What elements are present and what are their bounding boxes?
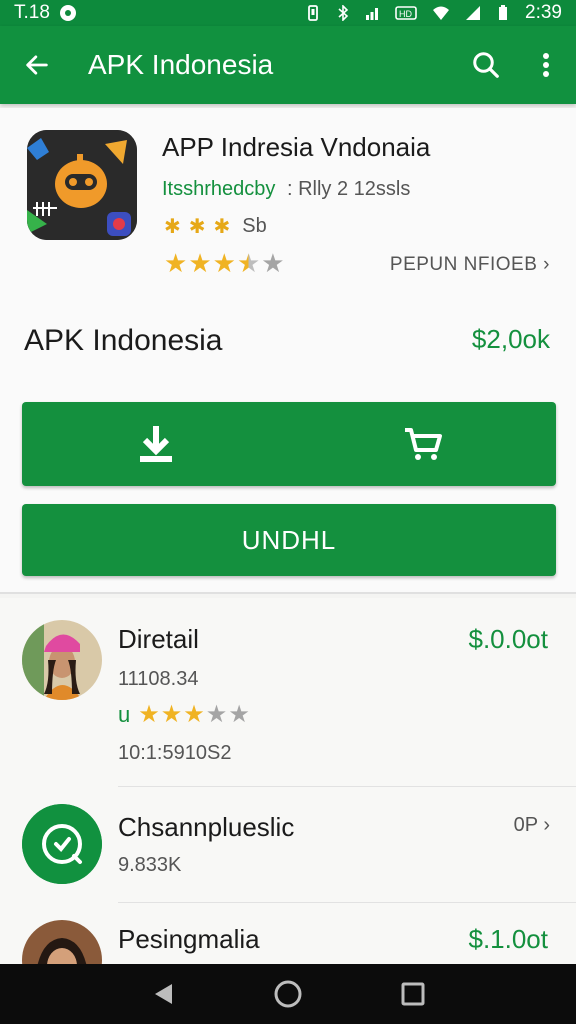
back-button[interactable] <box>0 26 74 104</box>
more-info-link[interactable]: PEPUN NFIOEB › <box>390 254 550 276</box>
nav-home-button[interactable] <box>263 969 313 1019</box>
wifi-icon <box>433 6 450 20</box>
avatar <box>22 920 102 964</box>
app-list: Diretail $.0.0ot 11108.34 u ★ ★ ★ ★ ★ 10:1:5… <box>0 598 576 964</box>
star-icon: ★ <box>164 248 188 278</box>
triangle-back-icon <box>154 984 172 1004</box>
hd-icon: HD <box>395 6 417 20</box>
star-icon: ✱ <box>188 216 206 238</box>
star-icon: ★ <box>205 701 228 728</box>
list-item-detail: 10:1:5910S2 <box>118 742 232 764</box>
vibrate-icon <box>308 5 318 21</box>
app-detail-card: APP Indresia Vndonaia Itsshrhedcby : Rll… <box>0 108 576 594</box>
cart-button[interactable] <box>383 409 463 479</box>
star-icon: ★ <box>138 701 160 728</box>
notification-icon <box>59 5 76 21</box>
avatar <box>22 620 102 700</box>
signal-icon <box>366 8 379 20</box>
list-item-subtitle: 9.833K <box>118 854 182 876</box>
cart-icon <box>404 428 442 460</box>
status-bar: T.18 HD 2:39 <box>0 0 576 26</box>
list-item-side-text: 0P <box>513 814 538 836</box>
avatar <box>22 804 102 884</box>
download-icon <box>139 426 172 462</box>
list-item-title: Diretail <box>118 624 199 654</box>
robot-mascot-icon <box>27 130 137 240</box>
star-icon: ★ <box>228 701 250 728</box>
star-icon: ★ <box>188 248 212 278</box>
nav-recents-button[interactable] <box>388 969 438 1019</box>
list-item-title: Chsannplueslic <box>118 812 295 842</box>
developer-line: Itsshrhedcby : Rlly 2 12ssls <box>162 178 410 201</box>
cell-signal-icon <box>466 6 481 20</box>
install-button[interactable]: UNDHL <box>22 504 556 576</box>
developer-link[interactable]: Itsshrhedcby <box>162 178 275 200</box>
app-subtitle: APK Indonesia <box>24 324 223 357</box>
arrow-back-icon <box>26 55 48 75</box>
star-icon: ★ <box>183 701 205 728</box>
star-icon: ✱ <box>164 216 181 238</box>
more-vert-icon <box>543 53 549 77</box>
app-name: APP Indresia Vndonaia <box>162 132 431 162</box>
list-item-title: Pesingmalia <box>118 924 260 954</box>
more-options-button[interactable] <box>516 26 576 104</box>
app-meta: : Rlly 2 12ssls <box>286 178 411 200</box>
bluetooth-icon <box>338 5 349 21</box>
mini-rating: ✱ ✱ ✱ Sb <box>164 214 267 239</box>
list-item-price: $.1.0ot <box>468 924 548 954</box>
app-bar: APK Indonesia <box>0 26 576 104</box>
star-icon: ★ <box>212 248 236 278</box>
action-button-bar <box>22 402 556 486</box>
download-button[interactable] <box>116 409 196 479</box>
list-item-side: 0P › <box>513 814 550 836</box>
list-item[interactable]: Chsannplueslic 0P › 9.833K <box>0 786 576 903</box>
square-recents-icon <box>401 982 425 1006</box>
svg-text:HD: HD <box>399 9 412 19</box>
star-icon: ★ <box>261 248 285 278</box>
search-icon <box>473 52 499 78</box>
circle-home-icon <box>274 980 302 1008</box>
rating-stars: ★ ★ ★ ★ ★ <box>164 250 285 276</box>
list-item-rating: u ★ ★ ★ ★ ★ <box>118 702 250 728</box>
app-icon[interactable] <box>27 130 137 240</box>
status-time-right: 2:39 <box>525 2 562 23</box>
star-icon: ★ <box>160 701 183 728</box>
list-item-price: $.0.0ot <box>468 624 548 654</box>
user-photo-icon <box>22 620 102 700</box>
battery-icon <box>499 5 508 20</box>
list-item[interactable]: Pesingmalia $.1.0ot <box>0 902 576 964</box>
navigation-bar <box>0 964 576 1024</box>
app-price: $2,0ok <box>471 324 550 354</box>
search-button[interactable] <box>456 26 516 104</box>
mini-rating-text: Sb <box>242 215 267 237</box>
status-time-left: T.18 <box>14 2 50 23</box>
user-photo-icon <box>22 920 102 964</box>
rating-prefix: u <box>118 702 131 727</box>
clock-check-icon <box>22 804 102 884</box>
install-label: UNDHL <box>241 524 337 555</box>
nav-back-button[interactable] <box>138 969 188 1019</box>
list-item-subtitle: 11108.34 <box>118 668 199 690</box>
star-icon: ★ <box>236 248 261 278</box>
page-title: APK Indonesia <box>88 49 274 80</box>
star-icon: ✱ <box>213 216 231 238</box>
more-info-label: PEPUN NFIOEB <box>389 254 538 275</box>
list-item[interactable]: Diretail $.0.0ot 11108.34 u ★ ★ ★ ★ ★ 10:1:5… <box>0 598 576 787</box>
